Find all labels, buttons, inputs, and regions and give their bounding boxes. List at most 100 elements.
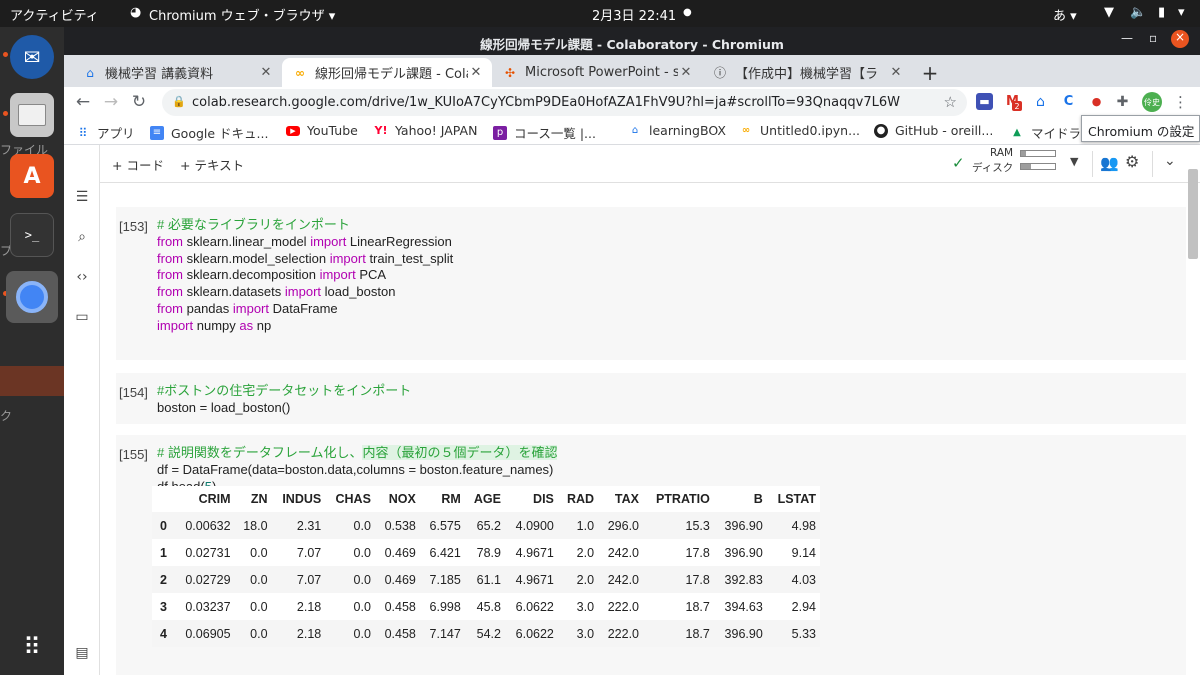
code-snippets-icon[interactable]: ‹› xyxy=(73,269,91,287)
table-cell: 0.0 xyxy=(250,626,268,641)
bookmark-learningbox[interactable]: ⌂ learningBOX xyxy=(628,123,726,138)
table-cell: 6.0622 xyxy=(515,599,554,614)
profile-avatar[interactable]: 伶史 xyxy=(1142,92,1162,112)
table-cell: 0.538 xyxy=(384,518,416,533)
record-extension-icon[interactable]: ● xyxy=(1088,93,1105,110)
info-icon: ⓘ xyxy=(713,66,726,80)
table-cell: 7.185 xyxy=(429,572,461,587)
table-cell: 2.18 xyxy=(296,626,322,641)
wifi-icon[interactable]: ▼ xyxy=(1104,5,1114,20)
table-cell: 5.33 xyxy=(791,626,816,641)
table-cell: 7.147 xyxy=(429,626,461,641)
bookmark-untitled-colab[interactable]: ∞ Untitled0.ipyn... xyxy=(739,123,860,138)
bookmark-google-docs[interactable]: ≡ Google ドキュ... xyxy=(150,123,268,142)
files-folder-icon[interactable]: ▭ xyxy=(73,309,91,327)
table-cell: 396.90 xyxy=(724,545,763,560)
table-cell: 9.14 xyxy=(791,545,816,560)
tab-close-icon[interactable]: ✕ xyxy=(678,65,694,80)
clock[interactable]: 2月3日 22:41 xyxy=(592,5,676,24)
code-editor[interactable]: # 必要なライブラリをインポート from sklearn.linear_mode… xyxy=(157,217,453,335)
maximize-icon[interactable]: ▫ xyxy=(1149,31,1157,45)
bookmark-star-icon[interactable]: ☆ xyxy=(944,93,957,111)
back-icon[interactable]: ← xyxy=(72,92,94,112)
new-tab-button[interactable]: + xyxy=(916,58,944,87)
tab-close-icon[interactable]: ✕ xyxy=(888,65,904,80)
table-cell: 0.469 xyxy=(384,545,416,560)
terminal-icon[interactable]: >_ xyxy=(10,213,54,257)
bookmark-github[interactable]: ● GitHub - oreill... xyxy=(874,123,993,138)
search-icon[interactable]: ⌕ xyxy=(73,229,91,247)
ubuntu-software-icon[interactable]: A xyxy=(10,154,54,198)
thunderbird-icon[interactable]: ✉ xyxy=(10,35,54,79)
column-header: NOX xyxy=(388,492,416,506)
cell-prompt: [154] xyxy=(119,385,148,400)
battery-icon[interactable]: ▮ xyxy=(1158,5,1165,20)
code-cell[interactable]: [153] # 必要なライブラリをインポート from sklearn.linea… xyxy=(116,207,1186,360)
add-code-button[interactable]: + コード xyxy=(112,155,164,174)
show-applications-icon[interactable]: ⠿ xyxy=(10,625,54,669)
system-menu-icon[interactable]: ▾ xyxy=(1178,5,1185,20)
c-extension-icon[interactable]: C xyxy=(1060,93,1077,110)
bookmark-label: Untitled0.ipyn... xyxy=(760,123,861,138)
ram-meter[interactable] xyxy=(1020,150,1056,157)
tab-close-icon[interactable]: ✕ xyxy=(468,65,484,80)
app-menu[interactable]: Chromium ウェブ・ブラウザ ▾ xyxy=(149,5,335,24)
extension-icon[interactable]: ▬ xyxy=(976,93,993,110)
bookmark-label: マイドラ xyxy=(1031,126,1082,141)
table-cell: 54.2 xyxy=(476,626,501,641)
tab-colab[interactable]: ∞ 線形回帰モデル課題 - Colab ✕ xyxy=(282,58,492,87)
terminal-panel-icon[interactable]: ▤ xyxy=(73,645,91,663)
notification-dot-icon: ● xyxy=(683,7,692,18)
table-of-contents-icon[interactable]: ☰ xyxy=(73,189,91,207)
minimize-icon[interactable]: — xyxy=(1121,31,1133,45)
scrollbar[interactable] xyxy=(1188,169,1198,259)
tab-draft[interactable]: ⓘ 【作成中】機械学習【ラ ✕ xyxy=(702,58,912,87)
bookmark-yahoo[interactable]: Y! Yahoo! JAPAN xyxy=(374,123,478,138)
share-users-icon[interactable]: 👥 xyxy=(1100,154,1119,172)
table-cell: 3.0 xyxy=(576,599,595,614)
forward-icon[interactable]: → xyxy=(100,92,122,112)
bookmark-my-drive[interactable]: ▲ マイドラ xyxy=(1010,123,1081,142)
add-text-button[interactable]: + テキスト xyxy=(180,155,244,174)
bookmark-label: YouTube xyxy=(307,123,358,138)
volume-icon[interactable]: 🔈 xyxy=(1130,5,1146,20)
chromium-icon[interactable] xyxy=(6,271,58,323)
bookmark-youtube[interactable]: ▶ YouTube xyxy=(286,123,358,138)
runtime-dropdown-icon[interactable]: ▼ xyxy=(1070,155,1078,168)
extensions-puzzle-icon[interactable]: ✚ xyxy=(1114,93,1131,110)
code-editor[interactable]: #ボストンの住宅データセットをインポート boston = load_boston… xyxy=(157,383,411,417)
close-icon[interactable]: × xyxy=(1171,30,1189,48)
tab-powerpoint[interactable]: ✣ Microsoft PowerPoint - sl ✕ xyxy=(492,58,702,87)
table-cell: 0.00632 xyxy=(185,518,231,533)
disk-meter[interactable] xyxy=(1020,163,1056,170)
graduation-extension-icon[interactable]: ⌂ xyxy=(1032,93,1049,110)
window-title: 線形回帰モデル課題 - Colaboratory - Chromium xyxy=(480,37,784,52)
column-header: INDUS xyxy=(282,492,322,506)
table-cell: 17.8 xyxy=(685,545,710,560)
tab-title: 線形回帰モデル課題 - Colab xyxy=(315,67,468,82)
bookmark-courses[interactable]: p コース一覧 |... xyxy=(493,123,596,142)
bookmark-apps[interactable]: ⠿ アプリ xyxy=(76,123,135,142)
lock-icon[interactable]: 🔒 xyxy=(172,95,186,108)
table-cell: 0.02729 xyxy=(185,572,231,587)
reload-icon[interactable]: ↻ xyxy=(128,92,150,112)
learningbox-icon: ⌂ xyxy=(631,125,639,136)
settings-gear-icon[interactable]: ⚙ xyxy=(1125,152,1139,171)
collapse-header-icon[interactable]: ⌄ xyxy=(1164,153,1176,169)
address-bar[interactable]: 🔒 colab.research.google.com/drive/1w_KUI… xyxy=(162,89,967,116)
divider xyxy=(1092,151,1093,177)
files-icon[interactable] xyxy=(10,93,54,137)
code-cell[interactable]: [154] #ボストンの住宅データセットをインポート boston = load_… xyxy=(116,373,1186,424)
code-text: pandas xyxy=(183,300,233,316)
table-cell: 0.06905 xyxy=(185,626,231,641)
tab-strip: ⌂ 機械学習 講義資料 ✕ ∞ 線形回帰モデル課題 - Colab ✕ ✣ Mi… xyxy=(64,55,1200,87)
tab-lecture[interactable]: ⌂ 機械学習 講義資料 ✕ xyxy=(72,58,282,87)
activities-button[interactable]: アクティビティ xyxy=(10,5,99,24)
table-cell: 222.0 xyxy=(607,599,639,614)
chromium-menu-icon[interactable]: ⋮ xyxy=(1172,93,1189,111)
powerpoint-icon: ✣ xyxy=(504,65,516,80)
keyword: import xyxy=(329,250,366,266)
tab-close-icon[interactable]: ✕ xyxy=(258,65,274,80)
table-cell: 0.0 xyxy=(353,599,371,614)
input-method[interactable]: あ ▾ xyxy=(1053,5,1077,24)
